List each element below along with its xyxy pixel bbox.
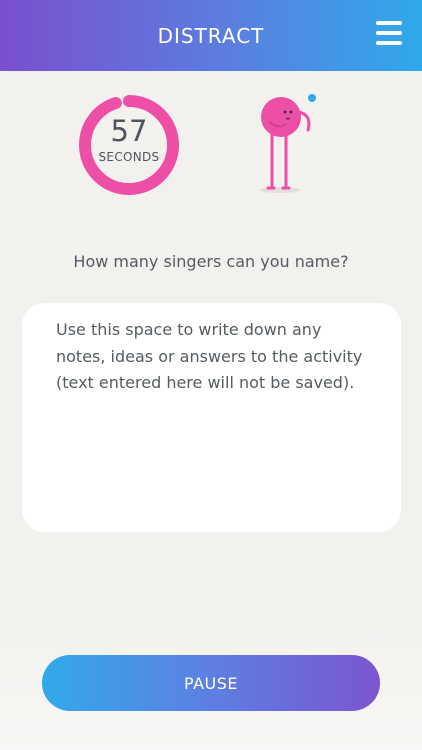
hamburger-menu-icon[interactable] bbox=[376, 21, 402, 45]
activity-prompt: How many singers can you name? bbox=[73, 252, 349, 271]
countdown-timer: 57 SECONDS bbox=[78, 94, 180, 196]
page-title: DISTRACT bbox=[157, 24, 265, 48]
timer-unit-label: SECONDS bbox=[98, 150, 160, 164]
pink-character-icon bbox=[260, 94, 316, 193]
timer-seconds-value: 57 bbox=[110, 114, 148, 148]
notes-field[interactable] bbox=[22, 303, 401, 532]
app-header: DISTRACT bbox=[0, 0, 422, 71]
pause-button[interactable]: PAUSE bbox=[42, 655, 380, 711]
